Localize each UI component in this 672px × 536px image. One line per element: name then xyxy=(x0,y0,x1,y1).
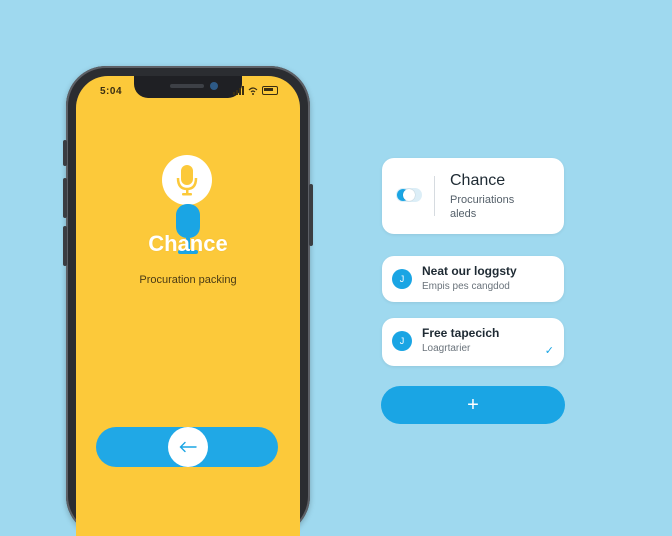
toggle-switch[interactable] xyxy=(396,188,422,202)
card-title: Chance xyxy=(450,172,506,189)
app-title: Chance xyxy=(148,231,228,256)
volume-up-button xyxy=(63,178,67,218)
card-line-2: aleds xyxy=(450,208,477,220)
list-item-title: Neat our loggsty xyxy=(422,264,517,278)
list-item[interactable]: J Free tapecich Loagrtarier ✓ xyxy=(382,318,564,366)
front-camera xyxy=(210,82,218,90)
back-button[interactable] xyxy=(168,427,208,467)
mute-switch xyxy=(63,140,67,166)
item-marker-icon: J xyxy=(392,269,412,289)
signal-icon xyxy=(233,86,244,95)
list-item-title: Free tapecich xyxy=(422,326,500,340)
volume-down-button xyxy=(63,226,67,266)
app-subtitle: Procuration packing xyxy=(139,274,237,286)
status-time: 5:04 xyxy=(100,86,123,97)
phone-screen: 5:04 Chance Procuration packing xyxy=(76,76,300,536)
list-item[interactable]: J Neat our loggsty Empis pes cangdod xyxy=(382,256,564,302)
status-icons xyxy=(233,86,278,95)
power-button xyxy=(309,184,313,246)
mic-badge[interactable] xyxy=(162,155,212,205)
arrow-left-icon xyxy=(179,441,197,453)
list-item-subtitle: Loagrtarier xyxy=(422,343,471,354)
speaker xyxy=(170,84,204,88)
battery-icon xyxy=(262,86,278,95)
microphone-icon xyxy=(176,165,198,196)
item-marker-icon: J xyxy=(392,331,412,351)
divider xyxy=(434,176,435,216)
list-item-subtitle: Empis pes cangdod xyxy=(422,281,510,292)
check-icon: ✓ xyxy=(544,345,554,357)
wifi-icon xyxy=(248,87,258,95)
phone-device: 5:04 Chance Procuration packing xyxy=(63,66,313,536)
notch xyxy=(134,76,242,98)
add-button[interactable]: + xyxy=(381,386,565,424)
chance-card[interactable]: Chance Procuriations aleds xyxy=(382,158,564,234)
card-line-1: Procuriations xyxy=(450,194,515,206)
bottom-action-bar[interactable] xyxy=(96,427,278,467)
